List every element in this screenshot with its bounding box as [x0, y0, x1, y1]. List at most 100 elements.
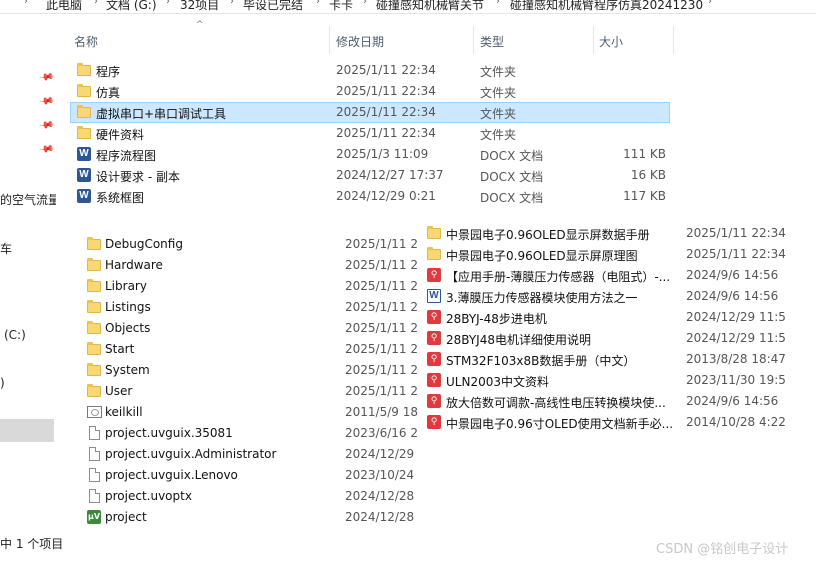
pdf-icon: ⚲: [426, 309, 442, 325]
breadcrumb-item[interactable]: 卡卡: [329, 0, 353, 13]
column-header-size[interactable]: 大小: [599, 26, 671, 54]
file-row[interactable]: Library 2025/1/11 2: [80, 276, 418, 297]
file-date: 2024/12/29 0:21: [336, 189, 436, 203]
watermark: CSDN @铭创电子设计: [656, 542, 789, 557]
file-row[interactable]: ⚲ 中景园电子0.96寸OLED使用文档新手必... 2014/10/28 4:22: [420, 412, 816, 433]
file-date: 2025/1/11 22:34: [686, 226, 786, 240]
file-row[interactable]: project.uvoptx 2024/12/28: [80, 486, 418, 507]
file-row[interactable]: ⚲ STM32F103x8B数据手册（中文） 2013/8/28 18:47: [420, 349, 816, 370]
file-name: User: [105, 384, 133, 398]
file-name: DebugConfig: [105, 237, 183, 251]
file-date: 2025/1/11 22:34: [336, 126, 436, 140]
file-name: Objects: [105, 321, 151, 335]
file-row[interactable]: project.uvguix.Administrator 2024/12/29: [80, 444, 418, 465]
file-name: System: [105, 363, 150, 377]
file-date: 2023/11/30 19:5: [686, 373, 786, 387]
file-name: 中景园电子0.96寸OLED使用文档新手必...: [446, 417, 674, 431]
column-header-date[interactable]: 修改日期: [336, 26, 472, 54]
file-name: Start: [105, 342, 135, 356]
nav-item[interactable]: 的空气流量: [0, 191, 56, 208]
file-row[interactable]: ⚲ 【应用手册-薄膜压力传感器（电阻式）-... 2024/9/6 14:56: [420, 265, 816, 286]
file-name: 系统框图: [96, 191, 145, 205]
file-row[interactable]: User 2025/1/11 2: [80, 381, 418, 402]
file-size: 16 KB: [630, 168, 666, 182]
file-row[interactable]: 中景园电子0.96OLED显示屏原理图 2025/1/11 22:34: [420, 244, 816, 265]
nav-item-drive-c[interactable]: (C:): [4, 328, 26, 342]
file-row[interactable]: 程序 2025/1/11 22:34 文件夹: [70, 60, 670, 81]
breadcrumb-item[interactable]: 32项目: [180, 0, 219, 13]
file-size: 111 KB: [623, 147, 666, 161]
exe-icon: [86, 404, 102, 420]
breadcrumb-item[interactable]: 碰撞感知机械臂程序仿真20241230: [510, 0, 703, 13]
column-divider[interactable]: [473, 26, 474, 54]
column-divider[interactable]: [673, 26, 674, 54]
column-header-type[interactable]: 类型: [480, 26, 592, 54]
file-size: 117 KB: [623, 189, 666, 203]
file-row[interactable]: ⚲ 28BYJ-48步进电机 2024/12/29 11:5: [420, 307, 816, 328]
pdf-icon: ⚲: [426, 393, 442, 409]
file-row-selected[interactable]: 虚拟串口+串口调试工具 2025/1/11 22:34 文件夹: [70, 102, 670, 123]
file-row[interactable]: ⚲ 放大倍数可调款-高线性电压转换模块使... 2024/9/6 14:56: [420, 391, 816, 412]
file-row[interactable]: DebugConfig 2025/1/11 2: [80, 234, 418, 255]
nav-item[interactable]: 车: [0, 240, 12, 257]
file-row[interactable]: System 2025/1/11 2: [80, 360, 418, 381]
file-name: 放大倍数可调款-高线性电压转换模块使...: [446, 396, 666, 410]
file-row[interactable]: W 系统框图 2024/12/29 0:21 DOCX 文档 117 KB: [70, 186, 670, 207]
pin-icon[interactable]: 📌: [38, 69, 55, 85]
file-row[interactable]: ⚲ 28BYJ48电机详细使用说明 2024/12/29 11:5: [420, 328, 816, 349]
breadcrumb-item[interactable]: 此电脑: [46, 0, 82, 13]
file-date: 2024/9/6 14:56: [686, 268, 779, 282]
breadcrumb-item[interactable]: 碰撞感知机械臂关节: [376, 0, 484, 13]
nav-item-selected[interactable]: [0, 419, 54, 442]
file-row[interactable]: 中景园电子0.96OLED显示屏数据手册 2025/1/11 22:34: [420, 223, 816, 244]
file-row[interactable]: µV project 2024/12/28: [80, 507, 418, 528]
pdf-icon: ⚲: [426, 330, 442, 346]
file-row[interactable]: W 设计要求 - 副本 2024/12/27 17:37 DOCX 文档 16 …: [70, 165, 670, 186]
file-date: 2023/10/24: [345, 468, 415, 482]
project-file-list: DebugConfig 2025/1/11 2 Hardware 2025/1/11…: [80, 232, 418, 532]
pin-icon[interactable]: 📌: [38, 117, 55, 133]
file-name: 【应用手册-薄膜压力传感器（电阻式）-...: [446, 270, 671, 284]
file-row[interactable]: Hardware 2025/1/11 2: [80, 255, 418, 276]
pin-icon[interactable]: 📌: [38, 93, 55, 109]
file-name: 中景园电子0.96OLED显示屏数据手册: [446, 228, 650, 242]
file-row[interactable]: W 3.薄膜压力传感器模块使用方法之一 2024/9/6 14:56: [420, 286, 816, 307]
file-row[interactable]: Listings 2025/1/11 2: [80, 297, 418, 318]
column-divider[interactable]: [329, 26, 330, 54]
file-date: 2025/1/11 2: [345, 279, 418, 293]
file-row[interactable]: project.uvguix.35081 2023/6/16 2: [80, 423, 418, 444]
file-date: 2024/9/6 14:56: [686, 289, 779, 303]
breadcrumb-item[interactable]: 文档 (G:): [106, 0, 157, 13]
file-name: 仿真: [96, 86, 121, 100]
chevron-right-icon: ›: [94, 0, 98, 7]
word-icon: W: [76, 146, 92, 162]
chevron-right-icon: ›: [316, 0, 320, 7]
file-date: 2023/6/16 2: [345, 426, 418, 440]
file-row[interactable]: ⚲ ULN2003中文资料 2023/11/30 19:5: [420, 370, 816, 391]
file-row[interactable]: W 程序流程图 2025/1/3 11:09 DOCX 文档 111 KB: [70, 144, 670, 165]
breadcrumb-item[interactable]: 毕设已完结: [243, 0, 303, 13]
file-row[interactable]: 仿真 2025/1/11 22:34 文件夹: [70, 81, 670, 102]
file-name: 虚拟串口+串口调试工具: [96, 107, 227, 121]
folder-icon: [86, 278, 102, 294]
file-row[interactable]: 硬件资料 2025/1/11 22:34 文件夹: [70, 123, 670, 144]
file-row[interactable]: keilkill 2011/5/9 18: [80, 402, 418, 423]
folder-icon: [86, 320, 102, 336]
word-icon: W: [76, 188, 92, 204]
file-row[interactable]: Objects 2025/1/11 2: [80, 318, 418, 339]
file-name: 设计要求 - 副本: [96, 170, 180, 184]
pin-icon[interactable]: 📌: [38, 141, 55, 157]
file-name: 中景园电子0.96OLED显示屏原理图: [446, 249, 638, 263]
file-name: 硬件资料: [96, 128, 145, 142]
file-name: project.uvguix.35081: [105, 426, 233, 440]
column-header-name[interactable]: 名称: [74, 26, 328, 54]
file-row[interactable]: Start 2025/1/11 2: [80, 339, 418, 360]
nav-item[interactable]: ): [0, 376, 5, 390]
pdf-icon: ⚲: [426, 267, 442, 283]
file-type: DOCX 文档: [480, 149, 544, 163]
chevron-right-icon: ›: [496, 0, 500, 7]
column-divider[interactable]: [593, 26, 594, 54]
folder-icon: [76, 104, 92, 120]
file-date: 2025/1/11 2: [345, 363, 418, 377]
file-row[interactable]: project.uvguix.Lenovo 2023/10/24: [80, 465, 418, 486]
